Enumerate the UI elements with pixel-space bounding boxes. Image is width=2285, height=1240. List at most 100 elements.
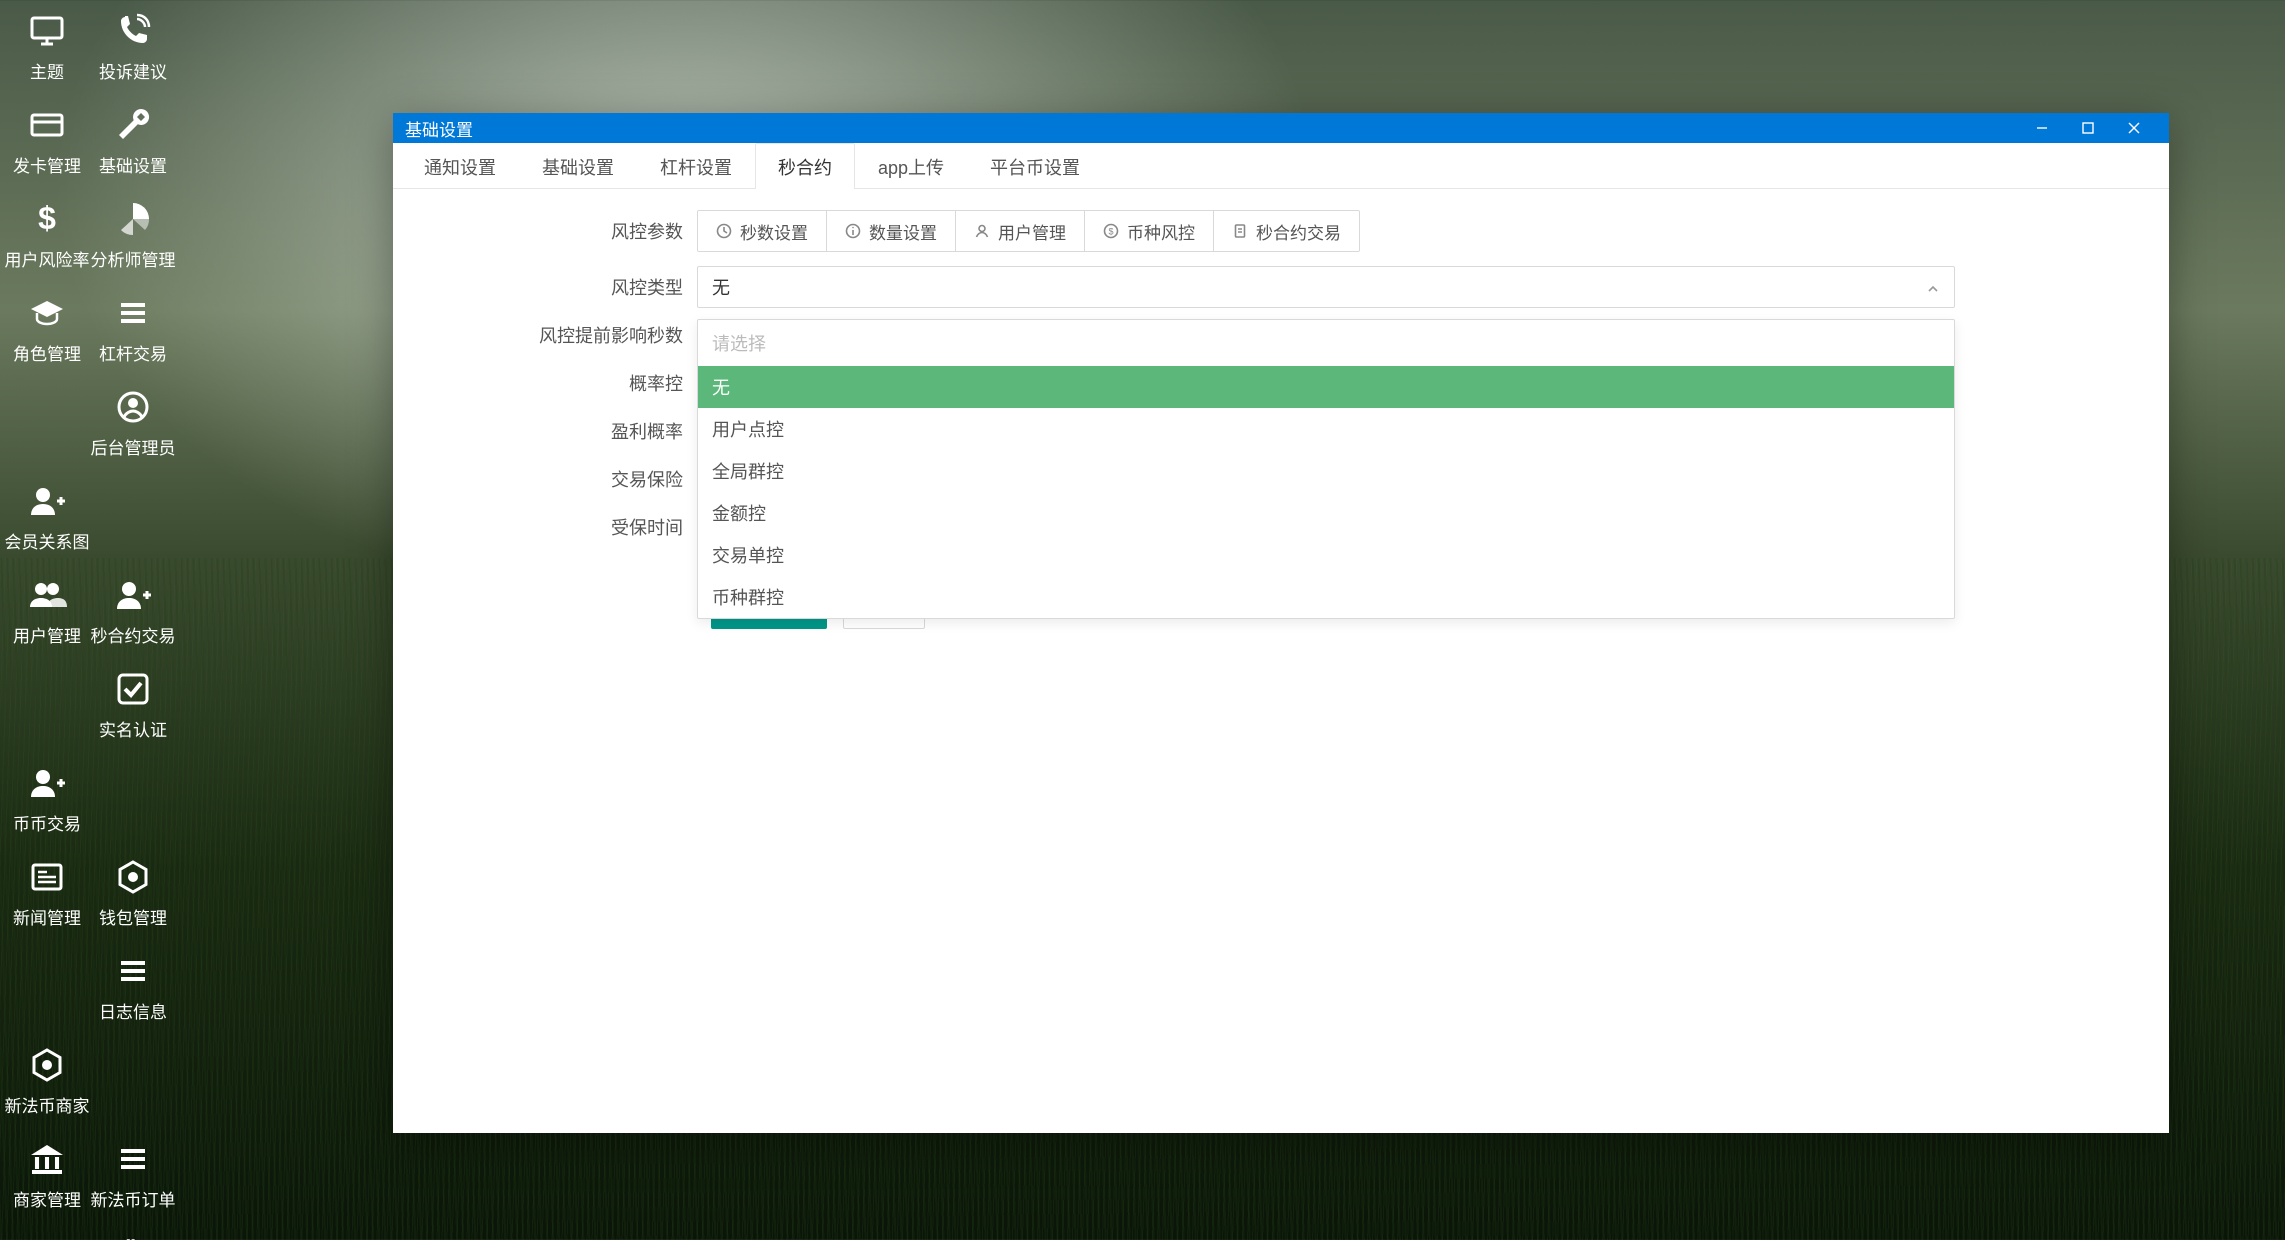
desktop-icon-主题[interactable]: 主题 <box>4 4 90 98</box>
userplus-icon <box>26 480 68 522</box>
phone-icon <box>112 10 154 52</box>
userplus-icon <box>112 574 154 616</box>
dropdown-option-用户点控[interactable]: 用户点控 <box>698 408 1954 450</box>
dropdown-option-币种群控[interactable]: 币种群控 <box>698 576 1954 618</box>
desktop-icon-分析师管理[interactable]: 分析师管理 <box>90 192 176 286</box>
label-prob-ctrl: 概率控 <box>417 370 697 396</box>
desktop-icon-投诉建议[interactable]: 投诉建议 <box>90 4 176 98</box>
bank-icon <box>26 1138 68 1180</box>
desktop-icon-商家管理[interactable]: 商家管理 <box>4 1132 90 1226</box>
desktop-icon-label: 用户风险率 <box>5 246 90 271</box>
desktop-icon-新闻管理[interactable]: 新闻管理 <box>4 850 90 944</box>
risk-type-select[interactable]: 无 <box>697 266 1955 308</box>
wrench-icon <box>112 104 154 146</box>
radio-label: 数量设置 <box>869 219 937 244</box>
desktop-icon-币币交易[interactable]: 币币交易 <box>4 756 90 850</box>
label-risk-params: 风控参数 <box>417 218 697 244</box>
maximize-button[interactable] <box>2065 113 2111 143</box>
dropdown-option-交易单控[interactable]: 交易单控 <box>698 534 1954 576</box>
hex-icon <box>112 856 154 898</box>
label-risk-type: 风控类型 <box>417 274 697 300</box>
tab-杠杆设置[interactable]: 杠杆设置 <box>637 143 755 189</box>
dropdown-option-金额控[interactable]: 金额控 <box>698 492 1954 534</box>
desktop-icon-币种管理[interactable]: ₿币种管理 <box>90 1226 176 1240</box>
userhead-icon <box>112 386 154 428</box>
radio-秒数设置[interactable]: 秒数设置 <box>698 211 827 251</box>
settings-window: 基础设置 通知设置基础设置杠杆设置秒合约app上传平台币设置 风控参数 秒数设置… <box>393 113 2169 1133</box>
window-title: 基础设置 <box>405 116 473 141</box>
content-area: 风控参数 秒数设置 数量设置 用户管理 $ 币种风控 秒合约交易 风控类型 无 风控提前影… <box>393 189 2169 1133</box>
tab-秒合约[interactable]: 秒合约 <box>755 143 855 189</box>
tab-通知设置[interactable]: 通知设置 <box>401 143 519 189</box>
radio-label: 用户管理 <box>998 219 1066 244</box>
radio-label: 秒合约交易 <box>1256 219 1341 244</box>
desktop-icon-钱包管理[interactable]: 钱包管理 <box>90 850 176 944</box>
pie-icon <box>112 198 154 240</box>
dollar-icon: $ <box>26 198 68 240</box>
close-button[interactable] <box>2111 113 2157 143</box>
list-icon <box>112 950 154 992</box>
hex-icon <box>26 1044 68 1086</box>
desktop-icon-label: 新法币商家 <box>5 1092 90 1117</box>
desktop-icon-用户风险率[interactable]: $ 用户风险率 <box>4 192 90 286</box>
svg-text:$: $ <box>1108 227 1113 237</box>
tab-bar: 通知设置基础设置杠杆设置秒合约app上传平台币设置 <box>393 143 2169 189</box>
dropdown-placeholder: 请选择 <box>698 320 1954 366</box>
window-controls <box>2019 113 2157 143</box>
desktop-icon-label: 新法币订单 <box>91 1186 176 1211</box>
gradcap-icon <box>26 292 68 334</box>
users-icon <box>26 574 68 616</box>
risk-param-radio-group: 秒数设置 数量设置 用户管理 $ 币种风控 秒合约交易 <box>697 210 1360 252</box>
radio-秒合约交易[interactable]: 秒合约交易 <box>1214 211 1359 251</box>
desktop-icon-label: 发卡管理 <box>13 152 81 177</box>
label-pre-seconds: 风控提前影响秒数 <box>417 322 697 348</box>
desktop-icon-label: 日志信息 <box>99 998 167 1023</box>
desktop-icon-基础设置[interactable]: 基础设置 <box>90 98 176 192</box>
desktop-icon-label: 实名认证 <box>99 716 167 741</box>
desktop-icon-label: 杠杆交易 <box>99 340 167 365</box>
radio-用户管理[interactable]: 用户管理 <box>956 211 1085 251</box>
desktop-icon-用户管理[interactable]: 用户管理 <box>4 568 90 662</box>
desktop-icon-label: 会员关系图 <box>5 528 90 553</box>
user-icon <box>974 223 990 239</box>
chevron-up-icon <box>1926 280 1940 294</box>
titlebar[interactable]: 基础设置 <box>393 113 2169 143</box>
risk-type-dropdown[interactable]: 请选择无用户点控全局群控金额控交易单控币种群控 <box>697 319 1955 619</box>
monitor-icon <box>26 10 68 52</box>
desktop-icon-新法币订单[interactable]: 新法币订单 <box>90 1132 176 1226</box>
dollarcircle-icon: $ <box>1103 223 1119 239</box>
tab-平台币设置[interactable]: 平台币设置 <box>967 143 1103 189</box>
radio-label: 币种风控 <box>1127 219 1195 244</box>
desktop-icon-新法币商家[interactable]: 新法币商家 <box>4 1038 90 1132</box>
userplus-icon <box>26 762 68 804</box>
radio-数量设置[interactable]: 数量设置 <box>827 211 956 251</box>
desktop-icon-杠杆交易[interactable]: 杠杆交易 <box>90 286 176 380</box>
list-icon <box>112 292 154 334</box>
radio-币种风控[interactable]: $ 币种风控 <box>1085 211 1214 251</box>
btc-icon: ₿ <box>112 1232 154 1240</box>
desktop-icon-label: 钱包管理 <box>99 904 167 929</box>
label-insurance: 交易保险 <box>417 466 697 492</box>
desktop-icon-实名认证[interactable]: 实名认证 <box>90 662 176 756</box>
desktop-icon-发卡管理[interactable]: 发卡管理 <box>4 98 90 192</box>
tab-app上传[interactable]: app上传 <box>855 143 967 189</box>
desktop-icon-label: 主题 <box>30 58 64 83</box>
desktop-icon-label: 角色管理 <box>13 340 81 365</box>
dropdown-option-全局群控[interactable]: 全局群控 <box>698 450 1954 492</box>
card-icon <box>26 104 68 146</box>
news-icon <box>26 856 68 898</box>
minimize-button[interactable] <box>2019 113 2065 143</box>
desktop-icon-秒合约交易[interactable]: 秒合约交易 <box>90 568 176 662</box>
radio-label: 秒数设置 <box>740 219 808 244</box>
desktop-icon-日志信息[interactable]: 日志信息 <box>90 944 176 1038</box>
desktop-icon-会员关系图[interactable]: 会员关系图 <box>4 474 90 568</box>
desktop-icon-角色管理[interactable]: 角色管理 <box>4 286 90 380</box>
desktop-icon-label: 后台管理员 <box>91 434 176 459</box>
tab-基础设置[interactable]: 基础设置 <box>519 143 637 189</box>
desktop-icon-后台管理员[interactable]: 后台管理员 <box>90 380 176 474</box>
label-profit-prob: 盈利概率 <box>417 418 697 444</box>
desktop-icon-label: 币币交易 <box>13 810 81 835</box>
clock-icon <box>716 223 732 239</box>
desktop-icon-label: 用户管理 <box>13 622 81 647</box>
dropdown-option-无[interactable]: 无 <box>698 366 1954 408</box>
